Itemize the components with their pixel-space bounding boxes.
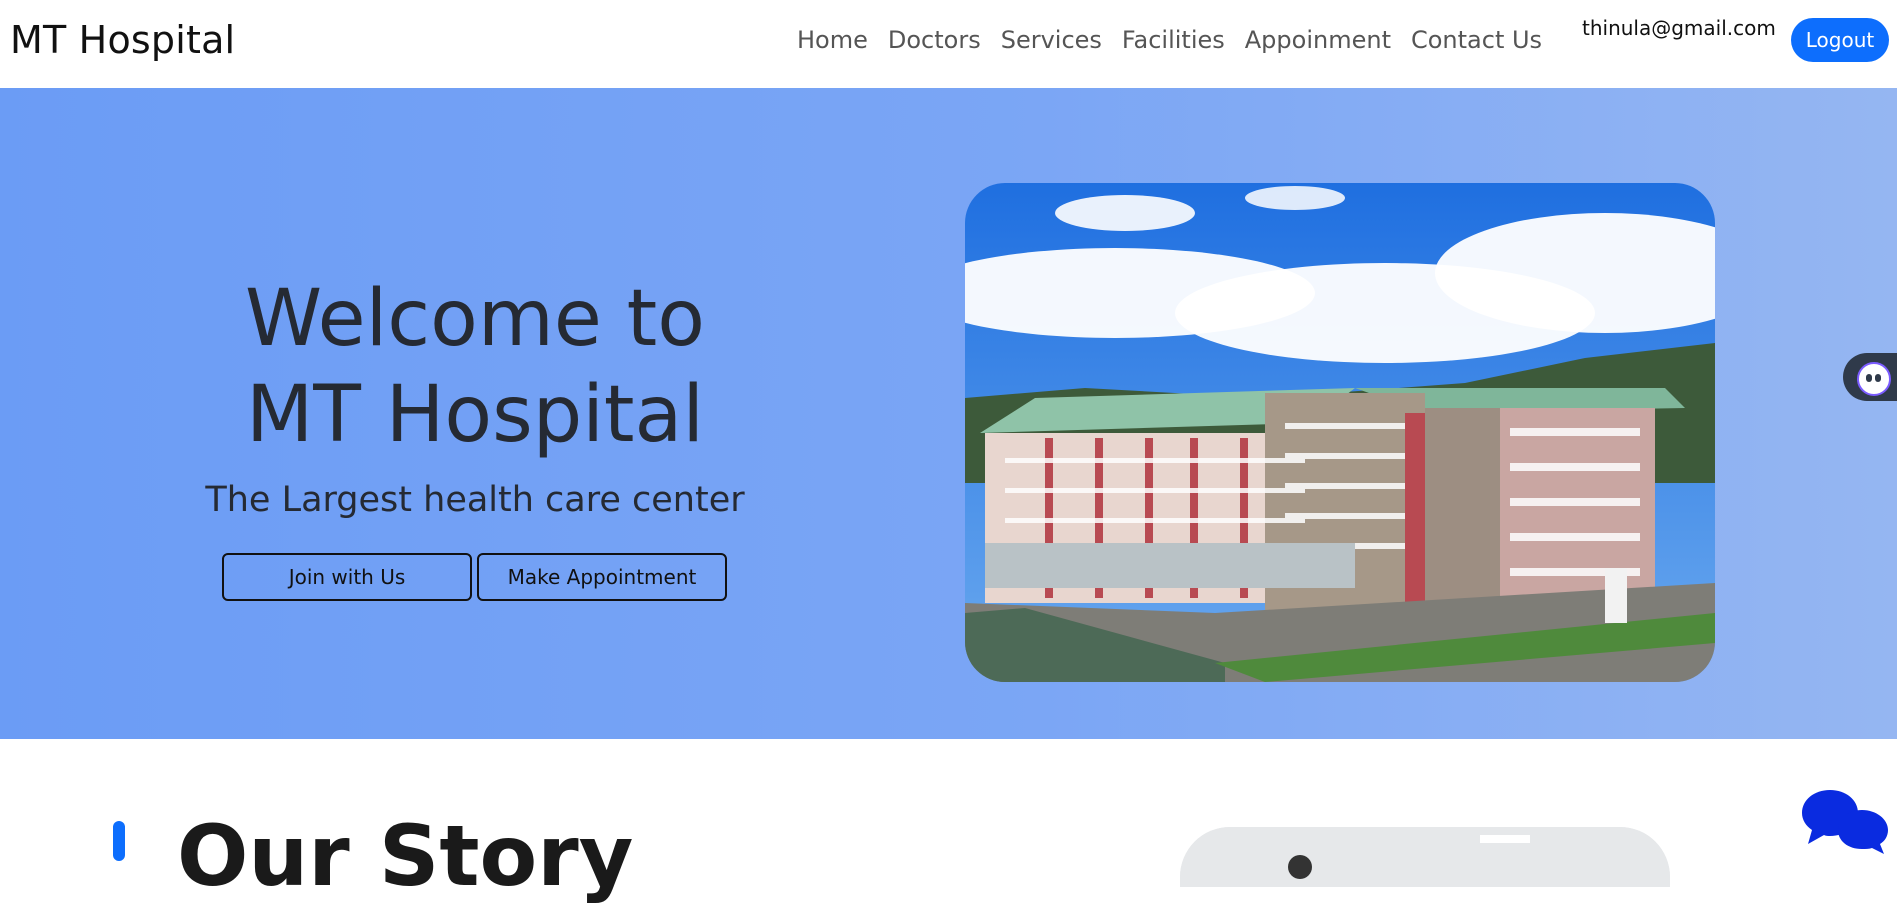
hero-section: Welcome to MT Hospital The Largest healt…: [0, 88, 1897, 739]
make-appointment-button[interactable]: Make Appointment: [477, 553, 727, 601]
top-navbar: MT Hospital Home Doctors Services Facili…: [0, 0, 1897, 88]
brand-logo-text[interactable]: MT Hospital: [10, 18, 235, 62]
hero-title: Welcome to MT Hospital: [175, 271, 775, 463]
hero-subtitle: The Largest health care center: [205, 480, 745, 520]
hospital-building-image: [965, 183, 1715, 682]
assistant-widget-tab[interactable]: [1843, 353, 1897, 401]
nav-doctors-link[interactable]: Doctors: [888, 26, 981, 54]
nav-facilities-link[interactable]: Facilities: [1122, 26, 1225, 54]
story-accent-bar: [113, 821, 125, 861]
hero-title-line2: MT Hospital: [246, 370, 704, 460]
nav-contact-link[interactable]: Contact Us: [1411, 26, 1542, 54]
join-with-us-button[interactable]: Join with Us: [222, 553, 472, 601]
chat-bubbles-icon[interactable]: [1800, 786, 1890, 854]
nav-home-link[interactable]: Home: [797, 26, 868, 54]
story-title: Our Story: [177, 807, 634, 905]
main-nav: Home Doctors Services Facilities Appoinm…: [797, 26, 1542, 54]
story-image: [1180, 827, 1670, 887]
nav-appointment-link[interactable]: Appoinment: [1245, 26, 1391, 54]
logout-button[interactable]: Logout: [1791, 18, 1889, 62]
nav-services-link[interactable]: Services: [1001, 26, 1102, 54]
hero-title-line1: Welcome to: [245, 274, 705, 364]
user-email: thinula@gmail.com: [1582, 16, 1776, 40]
assistant-bot-icon: [1857, 362, 1891, 396]
